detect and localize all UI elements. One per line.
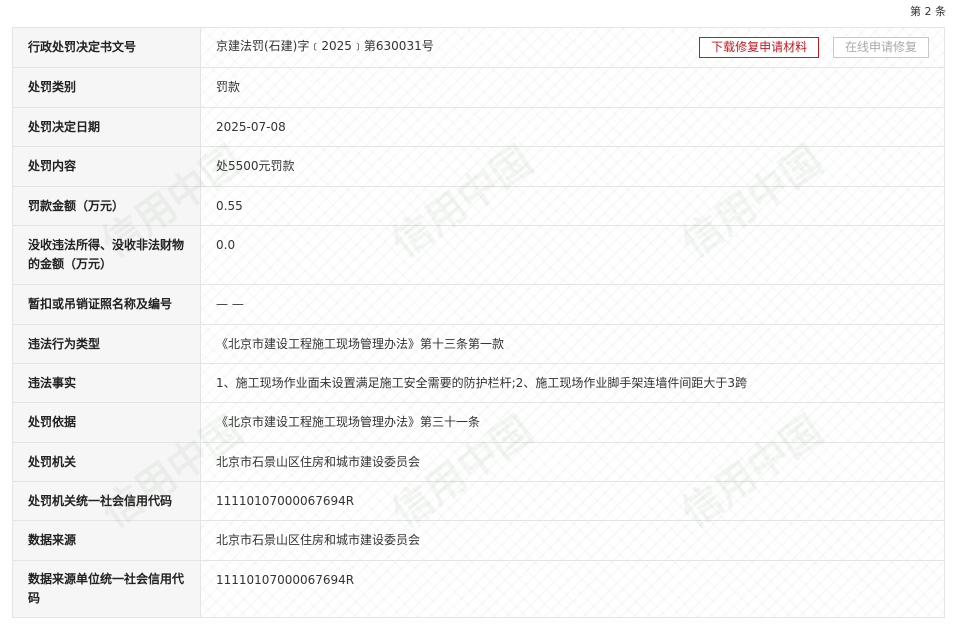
- row-label: 违法事实: [12, 363, 201, 403]
- row-value: 北京市石景山区住房和城市建设委员会: [200, 520, 945, 561]
- row-value: 0.0: [200, 225, 945, 285]
- table-row: 处罚类别 罚款: [12, 67, 945, 108]
- table-row: 违法事实 1、施工现场作业面未设置满足施工安全需要的防护栏杆;2、施工现场作业脚…: [12, 363, 945, 403]
- row-label: 行政处罚决定书文号: [12, 27, 201, 68]
- table-row: 处罚机关统一社会信用代码 11110107000067694R: [12, 481, 945, 521]
- table-row: 处罚机关 北京市石景山区住房和城市建设委员会: [12, 442, 945, 482]
- penalty-record-table: 行政处罚决定书文号 京建法罚(石建)字﹝2025﹞第630031号 下载修复申请…: [12, 27, 945, 618]
- row-label: 数据来源: [12, 520, 201, 561]
- row-value: 《北京市建设工程施工现场管理办法》第三十一条: [200, 402, 945, 443]
- row-label: 没收违法所得、没收非法财物的金额（万元）: [12, 225, 201, 285]
- row-label: 暂扣或吊销证照名称及编号: [12, 284, 201, 325]
- row-value-cell: 京建法罚(石建)字﹝2025﹞第630031号 下载修复申请材料 在线申请修复: [200, 27, 945, 68]
- row-label: 违法行为类型: [12, 324, 201, 364]
- row-value: 0.55: [200, 186, 945, 226]
- table-row: 处罚依据 《北京市建设工程施工现场管理办法》第三十一条: [12, 402, 945, 443]
- row-label: 处罚依据: [12, 402, 201, 443]
- row-value: 北京市石景山区住房和城市建设委员会: [200, 442, 945, 482]
- row-label: 处罚机关: [12, 442, 201, 482]
- table-row: 数据来源 北京市石景山区住房和城市建设委员会: [12, 520, 945, 561]
- row-label: 处罚机关统一社会信用代码: [12, 481, 201, 521]
- table-row: 处罚决定日期 2025-07-08: [12, 107, 945, 147]
- repair-actions: 下载修复申请材料 在线申请修复: [689, 37, 929, 58]
- table-row: 罚款金额（万元） 0.55: [12, 186, 945, 226]
- record-counter: 第 2 条: [910, 5, 946, 18]
- row-label: 处罚内容: [12, 146, 201, 187]
- table-row: 行政处罚决定书文号 京建法罚(石建)字﹝2025﹞第630031号 下载修复申请…: [12, 27, 945, 68]
- table-row: 违法行为类型 《北京市建设工程施工现场管理办法》第十三条第一款: [12, 324, 945, 364]
- decision-number-value: 京建法罚(石建)字﹝2025﹞第630031号: [216, 39, 434, 53]
- download-repair-materials-button[interactable]: 下载修复申请材料: [699, 37, 820, 58]
- row-value: 罚款: [200, 67, 945, 108]
- row-value: — —: [200, 284, 945, 325]
- row-value: 2025-07-08: [200, 107, 945, 147]
- row-value: 1、施工现场作业面未设置满足施工安全需要的防护栏杆;2、施工现场作业脚手架连墙件…: [200, 363, 945, 403]
- table-row: 没收违法所得、没收非法财物的金额（万元） 0.0: [12, 225, 945, 285]
- row-value: 处5500元罚款: [200, 146, 945, 187]
- table-row: 数据来源单位统一社会信用代码 11110107000067694R: [12, 560, 945, 618]
- row-label: 处罚类别: [12, 67, 201, 108]
- row-label: 罚款金额（万元）: [12, 186, 201, 226]
- table-row: 处罚内容 处5500元罚款: [12, 146, 945, 187]
- row-label: 处罚决定日期: [12, 107, 201, 147]
- row-value: 11110107000067694R: [200, 481, 945, 521]
- online-repair-application-button[interactable]: 在线申请修复: [832, 37, 929, 58]
- table-row: 暂扣或吊销证照名称及编号 — —: [12, 284, 945, 325]
- row-label: 数据来源单位统一社会信用代码: [12, 560, 201, 618]
- row-value: 11110107000067694R: [200, 560, 945, 618]
- row-value: 《北京市建设工程施工现场管理办法》第十三条第一款: [200, 324, 945, 364]
